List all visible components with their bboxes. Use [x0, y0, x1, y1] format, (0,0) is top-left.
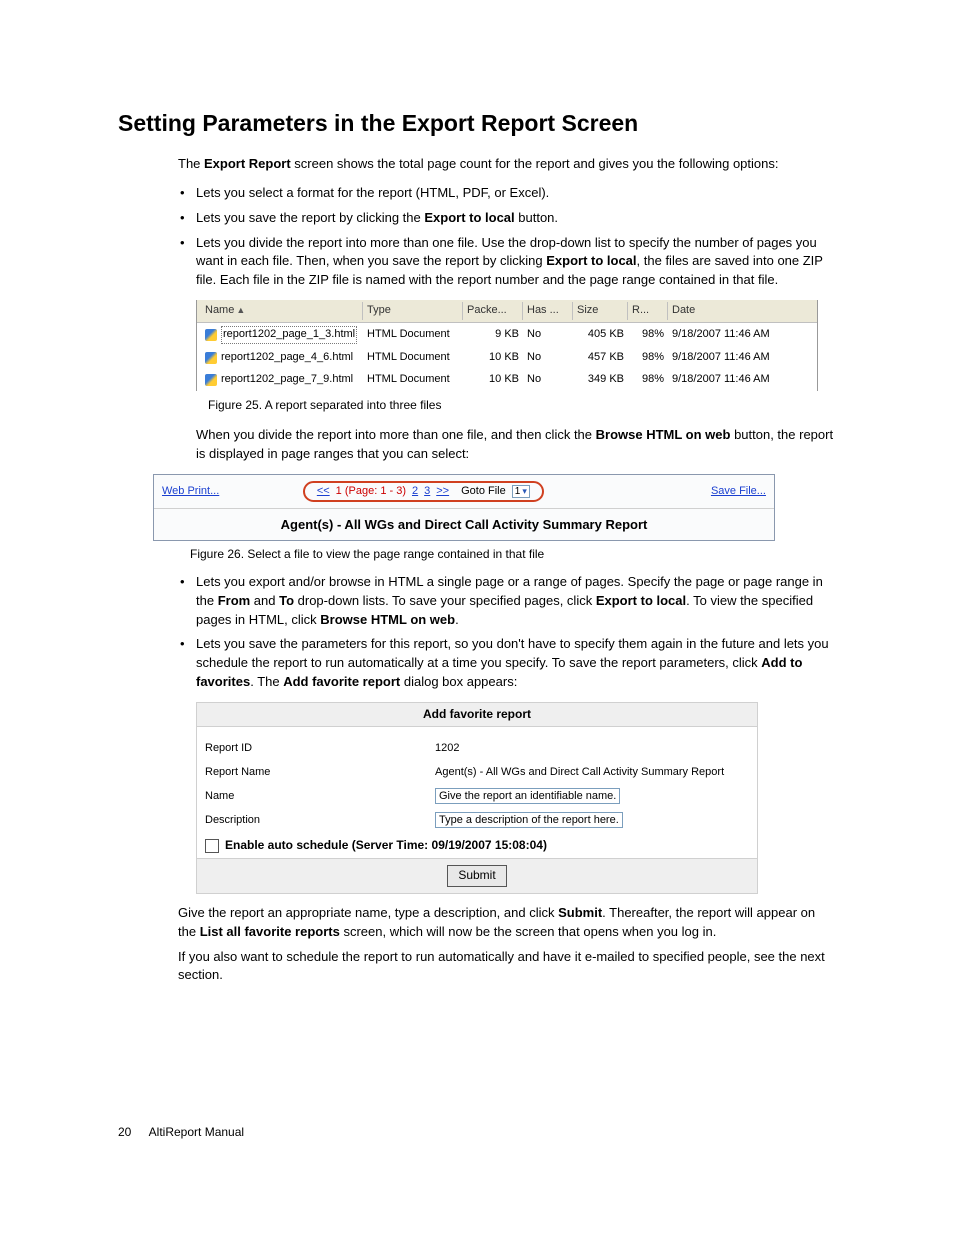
- file-row[interactable]: report1202_page_4_6.html HTML Document 1…: [197, 347, 817, 369]
- file-row[interactable]: report1202_page_7_9.html HTML Document 1…: [197, 369, 817, 391]
- page-number: 20: [118, 1125, 146, 1139]
- report-name-label: Report Name: [205, 765, 435, 781]
- figure-25-caption: Figure 25. A report separated into three…: [208, 397, 836, 414]
- next-page-link[interactable]: >>: [436, 485, 449, 497]
- footer-title: AltiReport Manual: [149, 1125, 244, 1139]
- page-title: Setting Parameters in the Export Report …: [118, 110, 836, 137]
- file-list-header: Name▲ Type Packe... Has ... Size R... Da…: [197, 300, 817, 323]
- col-pack[interactable]: Packe...: [463, 302, 523, 320]
- intro-paragraph: The Export Report screen shows the total…: [178, 155, 836, 174]
- html-file-icon: [205, 374, 217, 386]
- name-label: Name: [205, 789, 435, 805]
- name-input[interactable]: Give the report an identifiable name.: [435, 788, 620, 804]
- after-fig25-paragraph: When you divide the report into more tha…: [196, 426, 836, 464]
- save-file-link[interactable]: Save File...: [711, 485, 766, 497]
- col-size[interactable]: Size: [573, 302, 628, 320]
- page-2-link[interactable]: 2: [412, 485, 418, 497]
- col-has[interactable]: Has ...: [523, 302, 573, 320]
- pager-center-highlight: << 1 (Page: 1 - 3) 2 3 >> Goto File 1 ▾: [303, 481, 544, 502]
- after-fav-paragraph: Give the report an appropriate name, typ…: [178, 904, 836, 942]
- col-date[interactable]: Date: [668, 302, 813, 320]
- html-file-icon: [205, 329, 217, 341]
- bullet-export-local: Lets you save the report by clicking the…: [178, 209, 836, 228]
- figure-26-caption: Figure 26. Select a file to view the pag…: [190, 547, 836, 561]
- chevron-down-icon: ▾: [522, 486, 527, 497]
- report-name-value: Agent(s) - All WGs and Direct Call Activ…: [435, 765, 749, 781]
- add-favorite-report-dialog: Add favorite report Report ID 1202 Repor…: [196, 702, 758, 894]
- bullet-export-range: Lets you export and/or browse in HTML a …: [178, 573, 836, 630]
- goto-file-label: Goto File: [461, 485, 506, 497]
- goto-file-select[interactable]: 1 ▾: [512, 485, 530, 498]
- description-input[interactable]: Type a description of the report here.: [435, 812, 623, 828]
- bullet-format: Lets you select a format for the report …: [178, 184, 836, 203]
- sort-asc-icon: ▲: [236, 305, 245, 315]
- col-name[interactable]: Name▲: [201, 302, 363, 320]
- submit-button[interactable]: Submit: [447, 865, 506, 886]
- file-row[interactable]: report1202_page_1_3.html HTML Document 9…: [197, 323, 817, 347]
- file-list: Name▲ Type Packe... Has ... Size R... Da…: [196, 300, 818, 391]
- pager-report-title: Agent(s) - All WGs and Direct Call Activ…: [154, 509, 774, 540]
- enable-schedule-label: Enable auto schedule (Server Time: 09/19…: [225, 837, 547, 854]
- dialog-title: Add favorite report: [197, 703, 757, 727]
- description-label: Description: [205, 813, 435, 829]
- web-print-link[interactable]: Web Print...: [162, 485, 219, 497]
- page-3-link[interactable]: 3: [424, 485, 430, 497]
- prev-page-link[interactable]: <<: [317, 485, 330, 497]
- enable-schedule-checkbox[interactable]: [205, 839, 219, 853]
- html-file-icon: [205, 352, 217, 364]
- current-page: 1 (Page: 1 - 3): [336, 485, 406, 497]
- last-paragraph: If you also want to schedule the report …: [178, 948, 836, 986]
- col-type[interactable]: Type: [363, 302, 463, 320]
- report-id-value: 1202: [435, 741, 749, 757]
- bullet-favorites: Lets you save the parameters for this re…: [178, 635, 836, 893]
- page-footer: 20 AltiReport Manual: [118, 1125, 836, 1139]
- col-r[interactable]: R...: [628, 302, 668, 320]
- report-id-label: Report ID: [205, 741, 435, 757]
- pager-bar: Web Print... << 1 (Page: 1 - 3) 2 3 >> G…: [153, 474, 775, 541]
- bullet-divide: Lets you divide the report into more tha…: [178, 234, 836, 464]
